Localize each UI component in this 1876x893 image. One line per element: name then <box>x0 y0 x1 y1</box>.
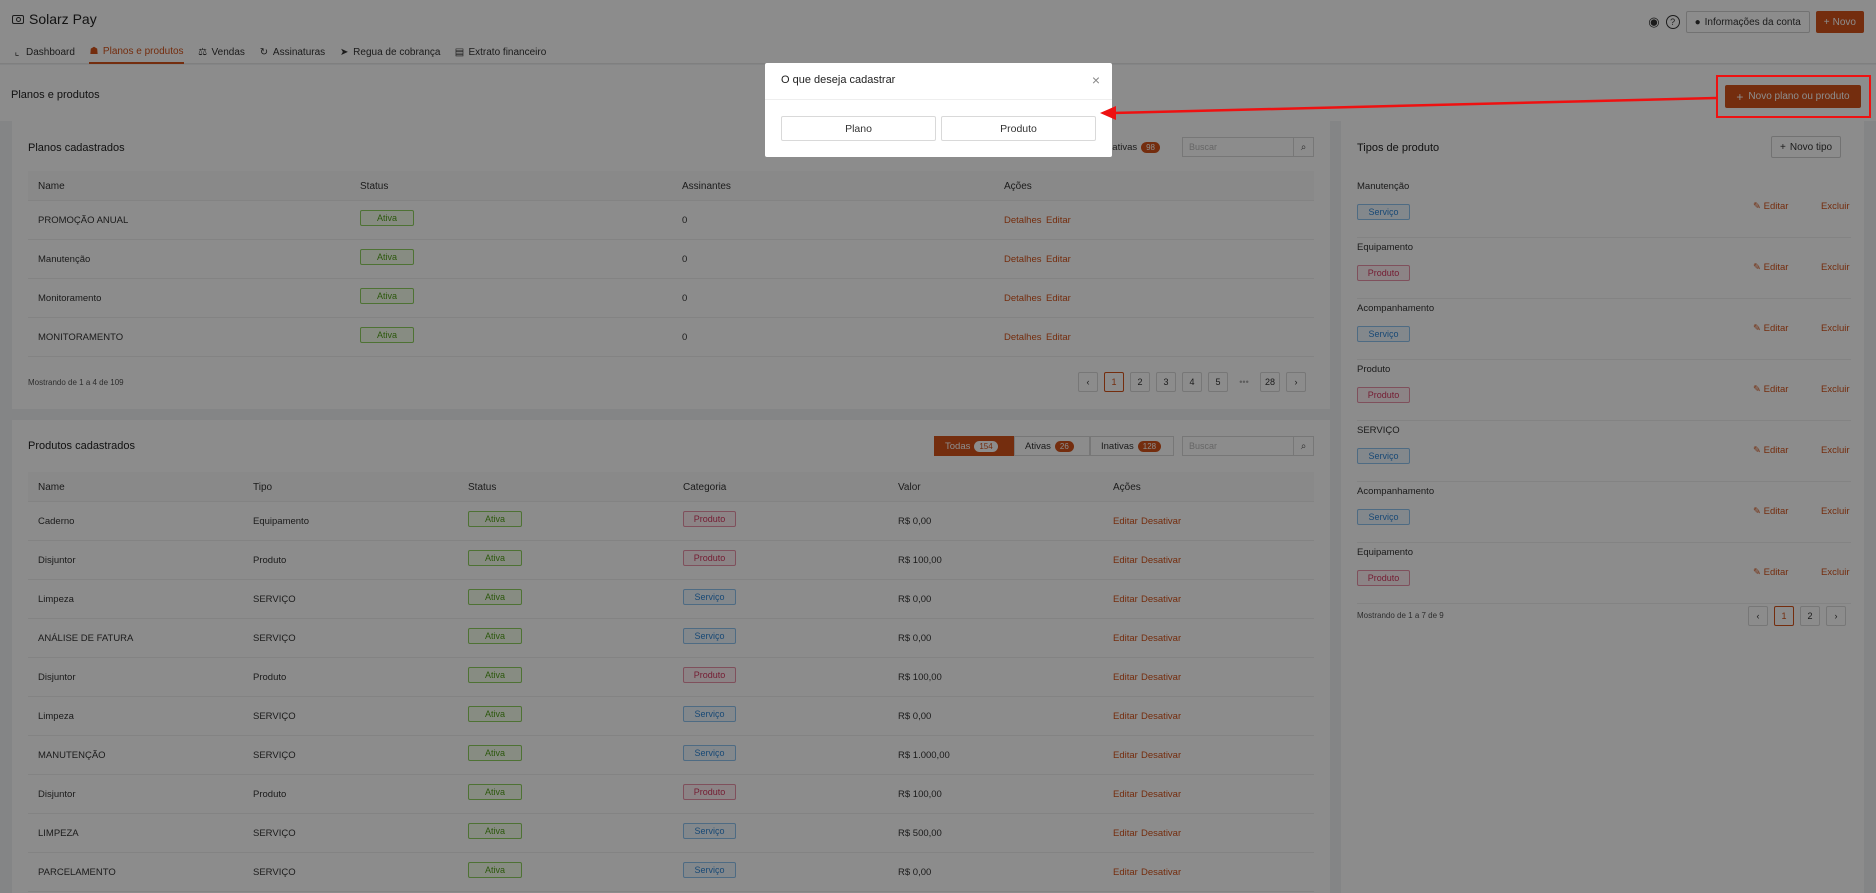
annotation-arrow <box>1100 96 1717 120</box>
